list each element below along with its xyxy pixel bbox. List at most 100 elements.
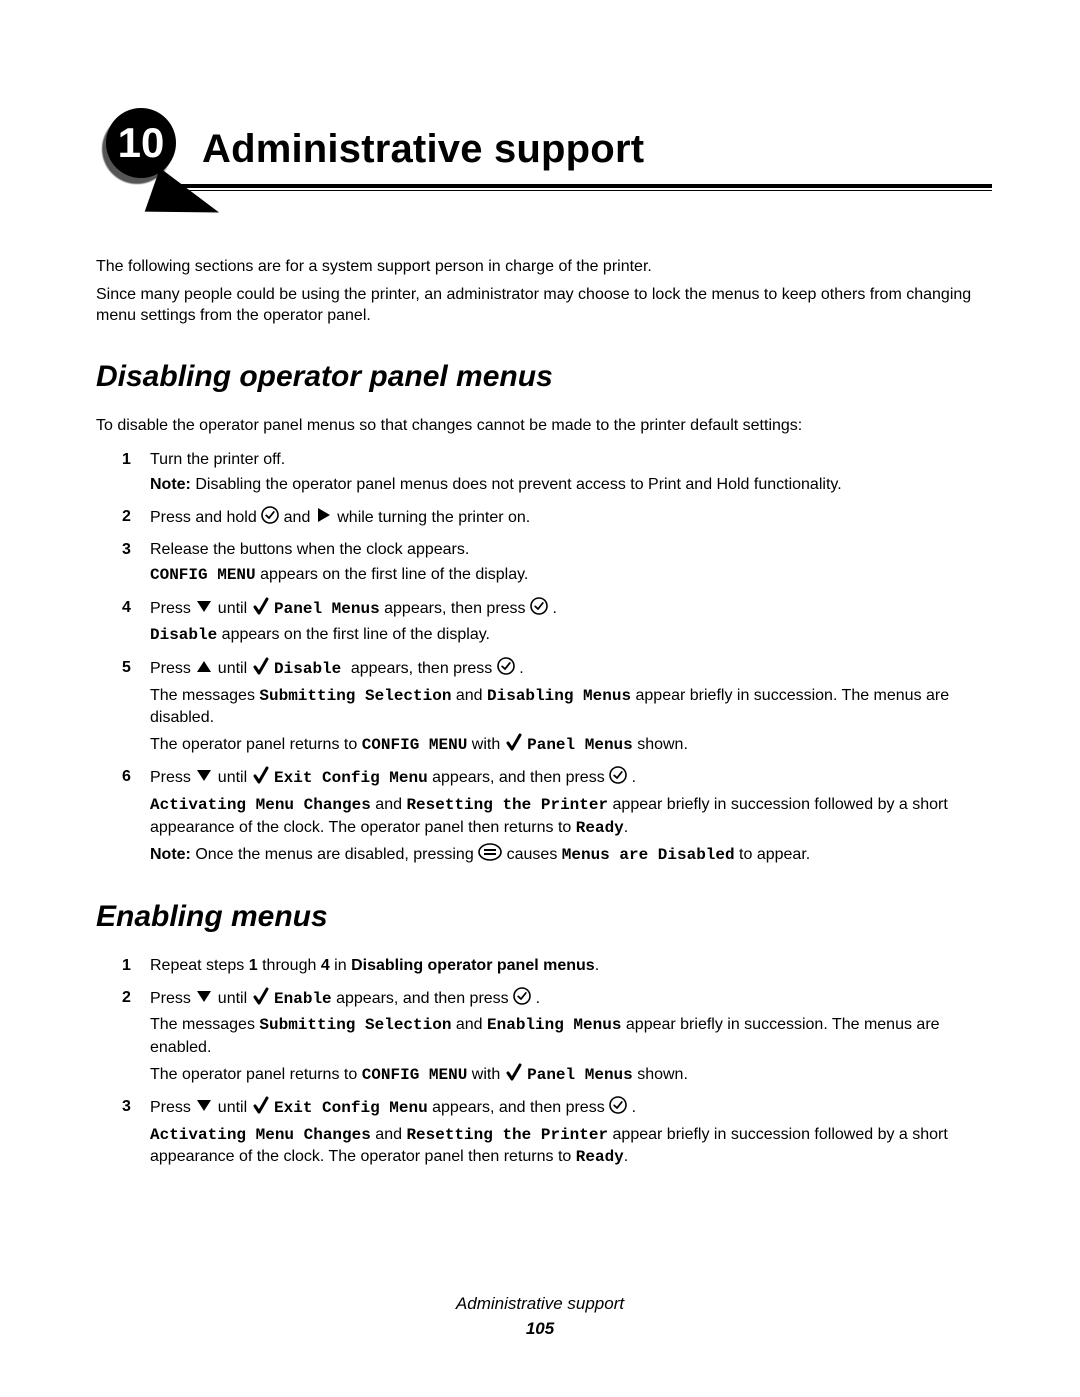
step-text: Press	[150, 769, 195, 786]
step-text: in	[334, 957, 351, 974]
code-text: Disabling Menus	[487, 687, 631, 705]
code-text: Exit Config Menu	[274, 1099, 428, 1117]
step-text: and	[284, 509, 315, 526]
menu-icon	[478, 843, 502, 861]
step-text: .	[632, 1099, 636, 1116]
step-number: 5	[122, 657, 131, 679]
down-arrow-icon	[195, 987, 213, 1005]
step-text: The messages	[150, 687, 259, 704]
code-text: CONFIG MENU	[362, 736, 468, 754]
step-text: with	[472, 1066, 505, 1083]
step-3: 3 Press until Exit Config Menu appears, …	[150, 1096, 988, 1169]
step-text: and	[375, 1126, 406, 1143]
code-text: Panel Menus	[527, 736, 633, 754]
step-text: Repeat steps	[150, 957, 249, 974]
step-text: appears, and then press	[432, 1099, 609, 1116]
select-icon	[261, 506, 279, 524]
down-arrow-icon	[195, 597, 213, 615]
step-text: appears, then press	[384, 600, 530, 617]
step-text: The operator panel returns to	[150, 736, 362, 753]
step-text: while turning the printer on.	[337, 509, 530, 526]
intro-block: The following sections are for a system …	[96, 256, 988, 327]
header-rule-thick	[180, 184, 992, 188]
step-text: .	[536, 990, 540, 1007]
disabling-steps-list: 1 Turn the printer off. Note: Disabling …	[96, 449, 988, 867]
chapter-header: 10 Administrative support	[96, 108, 988, 212]
code-text: CONFIG MENU	[150, 566, 256, 584]
select-icon	[609, 766, 627, 784]
step-text: appears on the first line of the display…	[217, 626, 490, 643]
step-text: through	[262, 957, 321, 974]
select-icon	[513, 987, 531, 1005]
step-text: and	[456, 687, 487, 704]
step-text: The operator panel returns to	[150, 1066, 362, 1083]
select-icon	[530, 597, 548, 615]
cross-reference-link[interactable]: Disabling operator panel menus	[351, 957, 595, 974]
step-bold: 1	[249, 957, 258, 974]
step-text: until	[218, 990, 252, 1007]
code-text: Activating Menu Changes	[150, 796, 371, 814]
code-text: Resetting the Printer	[406, 796, 608, 814]
step-number: 3	[122, 1096, 131, 1118]
code-text: CONFIG MENU	[362, 1066, 468, 1084]
step-bold: 4	[321, 957, 330, 974]
note-text: causes	[507, 846, 562, 863]
code-text: Disable	[274, 660, 351, 678]
step-2: 2 Press and hold and while turning the p…	[150, 506, 988, 529]
code-text: Panel Menus	[274, 600, 380, 618]
step-3: 3 Release the buttons when the clock app…	[150, 539, 988, 587]
step-text: The messages	[150, 1016, 259, 1033]
step-text: Press	[150, 660, 195, 677]
code-text: Activating Menu Changes	[150, 1126, 371, 1144]
page-footer: Administrative support 105	[0, 1293, 1080, 1341]
step-number: 4	[122, 597, 131, 619]
down-arrow-icon	[195, 1096, 213, 1114]
intro-paragraph: The following sections are for a system …	[96, 256, 988, 278]
note-label: Note:	[150, 476, 191, 493]
step-text: Release the buttons when the clock appea…	[150, 541, 469, 558]
step-text: appears, and then press	[336, 990, 513, 1007]
step-4: 4 Press until Panel Menus appears, then …	[150, 597, 988, 647]
step-1: 1 Repeat steps 1 through 4 in Disabling …	[150, 955, 988, 977]
step-text: until	[218, 1099, 252, 1116]
step-text: appears, and then press	[432, 769, 609, 786]
code-text: Enabling Menus	[487, 1016, 621, 1034]
check-icon	[252, 1096, 270, 1114]
code-text: Exit Config Menu	[274, 769, 428, 787]
step-text: Press	[150, 1099, 195, 1116]
section-heading-disabling: Disabling operator panel menus	[96, 357, 988, 398]
step-1: 1 Turn the printer off. Note: Disabling …	[150, 449, 988, 496]
step-text: until	[218, 600, 252, 617]
step-5: 5 Press until Disable appears, then pres…	[150, 657, 988, 756]
step-text: Turn the printer off.	[150, 451, 285, 468]
footer-title: Administrative support	[456, 1294, 624, 1313]
chapter-number: 10	[106, 108, 176, 178]
step-text: appears on the first line of the display…	[256, 566, 529, 583]
step-text: with	[472, 736, 505, 753]
check-icon	[252, 766, 270, 784]
section-heading-enabling: Enabling menus	[96, 897, 988, 938]
step-text: shown.	[637, 1066, 688, 1083]
step-text: Press	[150, 600, 195, 617]
right-arrow-icon	[315, 506, 333, 524]
step-2: 2 Press until Enable appears, and then p…	[150, 987, 988, 1086]
enabling-steps-list: 1 Repeat steps 1 through 4 in Disabling …	[96, 955, 988, 1169]
intro-paragraph: Since many people could be using the pri…	[96, 284, 988, 327]
step-6: 6 Press until Exit Config Menu appears, …	[150, 766, 988, 866]
code-text: Submitting Selection	[259, 687, 451, 705]
page-number: 105	[0, 1318, 1080, 1341]
step-number: 1	[122, 449, 131, 471]
step-text: Press	[150, 990, 195, 1007]
code-text: Ready	[576, 819, 624, 837]
step-text: appears, then press	[351, 660, 497, 677]
step-number: 3	[122, 539, 131, 561]
check-icon	[252, 987, 270, 1005]
step-text: .	[624, 819, 628, 836]
code-text: Menus are Disabled	[562, 846, 735, 864]
code-text: Disable	[150, 626, 217, 644]
step-text: and	[375, 796, 406, 813]
step-text: shown.	[637, 736, 688, 753]
header-rule-thin	[180, 190, 992, 191]
code-text: Resetting the Printer	[406, 1126, 608, 1144]
step-text: until	[218, 660, 252, 677]
